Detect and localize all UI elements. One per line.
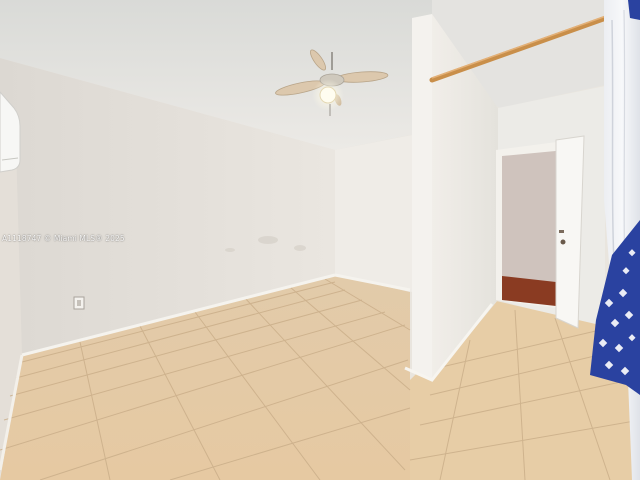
fan-light — [319, 86, 337, 104]
room-photo: A1118747 © Miami MLS® 2025 — [0, 0, 640, 480]
mls-watermark: A1118747 © Miami MLS® 2025 — [2, 234, 125, 243]
partition-wall-face — [412, 14, 432, 380]
door-knob — [560, 239, 566, 245]
back-wall — [335, 135, 412, 292]
